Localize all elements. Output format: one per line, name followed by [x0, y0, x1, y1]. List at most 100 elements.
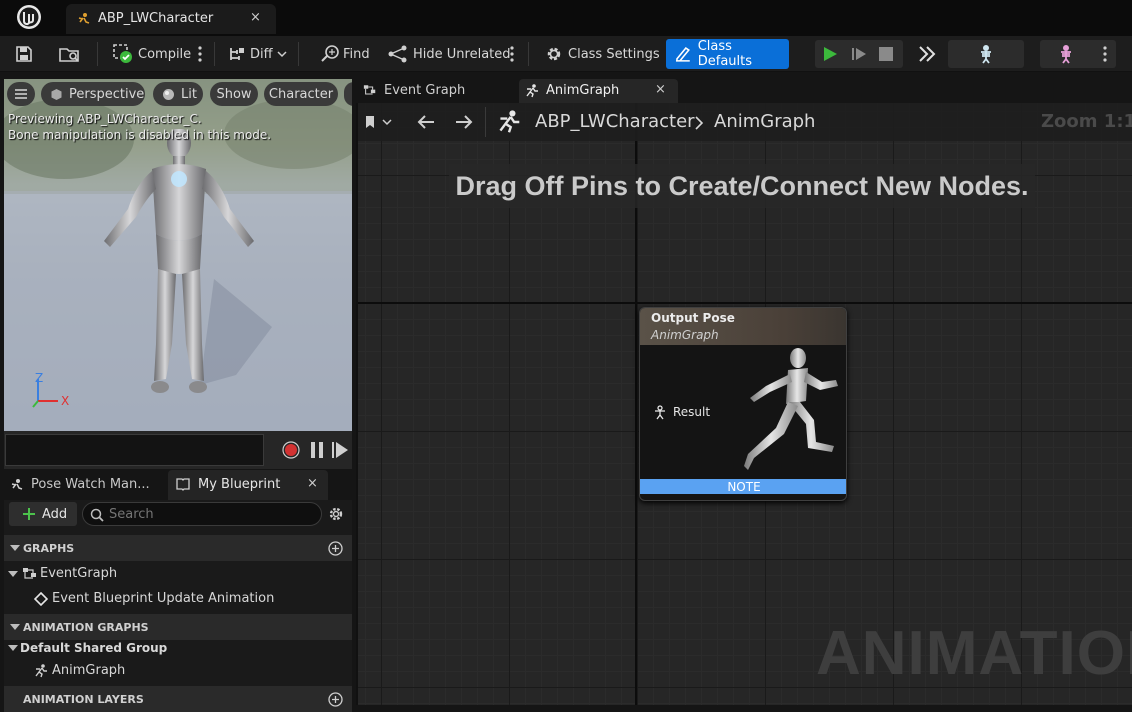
unreal-logo-icon[interactable] — [8, 3, 50, 33]
tab-event-graph[interactable]: Event Graph — [356, 79, 516, 103]
section-animation-layers[interactable]: ANIMATION LAYERS — [4, 686, 352, 712]
browse-button[interactable] — [58, 39, 82, 69]
save-button[interactable] — [14, 39, 34, 69]
toolbar-separator — [214, 42, 215, 66]
hide-unrelated-icon — [388, 45, 407, 63]
find-label: Find — [343, 46, 370, 62]
tree-item-event-blueprint-update[interactable]: Event Blueprint Update Animation — [34, 591, 274, 606]
breadcrumb-asset[interactable]: ABP_LWCharacter — [535, 111, 695, 132]
breadcrumb-graph[interactable]: AnimGraph — [714, 111, 815, 132]
default-shared-group-label: Default Shared Group — [20, 641, 168, 655]
vertical-dots-icon[interactable] — [1101, 45, 1109, 63]
close-tab-icon[interactable]: × — [250, 10, 261, 25]
node-header: Output Pose AnimGraph — [640, 308, 846, 345]
section-graphs[interactable]: GRAPHS — [4, 535, 352, 561]
tab-my-blueprint[interactable]: My Blueprint × — [168, 470, 328, 500]
step-play-icon[interactable] — [332, 442, 348, 458]
running-mannequin-icon — [744, 348, 838, 470]
pause-icon[interactable] — [310, 442, 324, 458]
anim-running-icon — [35, 663, 47, 677]
settings-gear-icon[interactable] — [328, 506, 344, 522]
node-subtitle: AnimGraph — [651, 328, 719, 342]
record-icon[interactable] — [282, 441, 300, 459]
anim-graph-canvas[interactable]: ABP_LWCharacter AnimGraph Zoom 1:1 Drag … — [356, 103, 1132, 705]
forward-arrow-icon[interactable] — [454, 114, 474, 130]
title-bar: ABP_LWCharacter × — [0, 0, 1132, 36]
add-label: Add — [42, 506, 68, 522]
tab-anim-graph[interactable]: AnimGraph × — [519, 79, 678, 103]
show-label: Show — [216, 86, 252, 102]
perspective-label: Perspective — [69, 86, 145, 102]
graph-editor-tabs: Event Graph AnimGraph × — [356, 79, 1132, 103]
perspective-button[interactable]: Perspective — [41, 82, 145, 106]
chevron-down-icon — [382, 119, 392, 126]
lit-button[interactable]: Lit — [153, 82, 203, 106]
anim-running-icon — [526, 84, 538, 98]
compile-button[interactable]: Compile — [112, 39, 191, 69]
tree-item-default-shared-group[interactable]: Default Shared Group — [8, 641, 167, 655]
axis-z-label: Z — [35, 371, 44, 385]
node-pin-label: Result — [673, 405, 711, 419]
hide-unrelated-options-icon[interactable] — [508, 39, 516, 69]
compile-label: Compile — [138, 46, 192, 62]
character-mesh-preview — [104, 129, 254, 393]
pose-pin-icon[interactable] — [653, 405, 667, 420]
skeleton-mode-button[interactable] — [948, 40, 1024, 68]
diff-icon — [230, 48, 244, 60]
bookmark-button[interactable] — [364, 111, 400, 133]
play-icon[interactable] — [822, 46, 838, 62]
search-input[interactable] — [109, 505, 309, 523]
vertical-dots-icon — [510, 46, 514, 62]
tree-item-animgraph[interactable]: AnimGraph — [34, 663, 125, 678]
document-tab-label: ABP_LWCharacter — [98, 11, 214, 26]
preview-viewport[interactable]: Perspective Lit Show Character Previewin… — [4, 79, 352, 431]
preview-info-line-1: Previewing ABP_LWCharacter_C. — [8, 112, 202, 126]
add-button[interactable]: Add — [9, 502, 77, 526]
close-tab-icon[interactable]: × — [307, 476, 318, 491]
animation-mode-button[interactable] — [1040, 40, 1116, 68]
animation-skeleton-icon — [1061, 45, 1071, 64]
section-animation-graphs[interactable]: ANIMATION GRAPHS — [4, 614, 352, 640]
find-button[interactable]: Find — [320, 39, 370, 69]
compile-check-icon — [113, 44, 132, 63]
lower-panel-tabs: Pose Watch Man... My Blueprint × — [4, 470, 352, 500]
show-button[interactable]: Show — [210, 82, 258, 106]
zoom-level: Zoom 1:1 — [1041, 111, 1132, 132]
document-tab[interactable]: ABP_LWCharacter × — [66, 4, 276, 34]
tab-my-blueprint-label: My Blueprint — [198, 477, 281, 492]
close-tab-icon[interactable]: × — [655, 82, 666, 97]
class-settings-button[interactable]: Class Settings — [544, 39, 660, 69]
chevron-down-icon — [277, 51, 287, 58]
hide-unrelated-label: Hide Unrelated — [413, 46, 511, 62]
add-graph-icon[interactable] — [328, 541, 343, 556]
pose-watch-icon — [11, 479, 23, 490]
eventgraph-label: EventGraph — [40, 566, 118, 581]
collapse-arrow-icon — [8, 645, 18, 651]
more-toolbar-button[interactable] — [917, 39, 937, 69]
bookmark-icon — [366, 116, 374, 128]
anim-blueprint-icon — [78, 13, 90, 24]
class-defaults-button[interactable]: Class Defaults — [666, 39, 789, 69]
viewport-menu-button[interactable] — [7, 82, 35, 106]
search-box — [82, 502, 322, 526]
compile-options-icon[interactable] — [196, 39, 204, 69]
class-defaults-icon — [675, 47, 690, 62]
stop-icon[interactable] — [879, 47, 893, 61]
tab-pose-watch-label: Pose Watch Man... — [31, 477, 150, 492]
plus-icon — [23, 508, 35, 520]
hide-unrelated-button[interactable]: Hide Unrelated — [387, 39, 511, 69]
back-arrow-icon[interactable] — [416, 114, 436, 130]
character-button[interactable]: Character — [264, 82, 338, 106]
graph-hint-banner: Drag Off Pins to Create/Connect New Node… — [449, 164, 1035, 208]
output-pose-node[interactable]: Output Pose AnimGraph Result NOTE — [639, 307, 847, 501]
step-forward-icon[interactable] — [851, 46, 867, 62]
tab-pose-watch[interactable]: Pose Watch Man... — [4, 470, 164, 500]
my-blueprint-panel: Add GRAPHS EventGraph Event Blueprint Up… — [4, 500, 352, 712]
event-bp-update-label: Event Blueprint Update Animation — [52, 591, 275, 606]
node-note-bar: NOTE — [640, 479, 846, 494]
vertical-dots-icon — [198, 46, 202, 62]
diff-button[interactable]: Diff — [227, 39, 287, 69]
event-graph-icon — [363, 85, 376, 95]
timeline-field[interactable] — [5, 434, 264, 466]
tree-item-eventgraph[interactable]: EventGraph — [8, 566, 117, 581]
